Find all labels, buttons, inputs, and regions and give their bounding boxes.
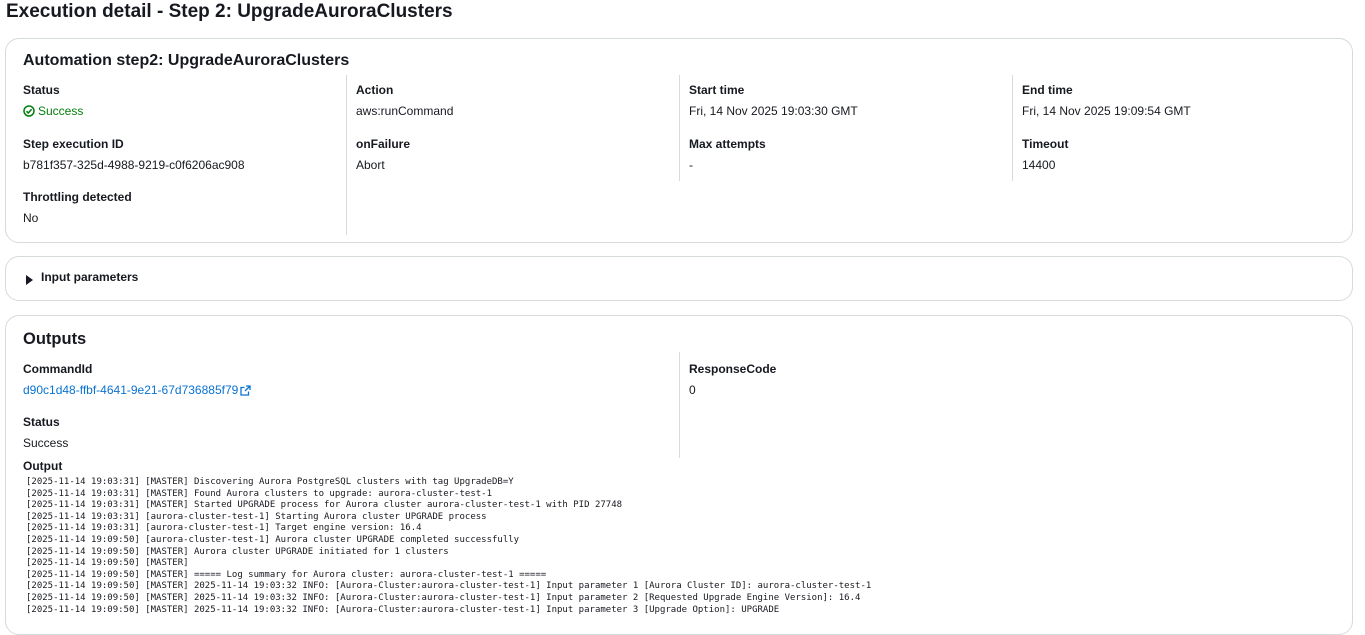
outputs-status-field: Status Success — [23, 415, 68, 450]
step-execution-id-field: Step execution ID b781f357-325d-4988-921… — [23, 137, 245, 172]
output-label: Output — [23, 459, 63, 473]
start-time-label: Start time — [689, 83, 745, 97]
response-code-label: ResponseCode — [689, 362, 777, 376]
on-failure-value: Abort — [356, 158, 385, 172]
log-line: [2025-11-14 19:03:31] [MASTER] Discoveri… — [26, 477, 514, 487]
outputs-title: Outputs — [23, 330, 87, 348]
log-line: [2025-11-14 19:03:31] [MASTER] Started U… — [26, 500, 623, 511]
check-circle-icon — [23, 105, 35, 117]
response-code-value: 0 — [689, 383, 696, 397]
status-label: Status — [23, 83, 60, 97]
max-attempts-label: Max attempts — [689, 137, 766, 151]
log-line: [2025-11-14 19:09:50] [MASTER] — [26, 558, 189, 569]
command-id-value: d90c1d48-ffbf-4641-9e21-67d736885f79 — [23, 383, 251, 397]
status-value: Success — [23, 104, 83, 118]
outputs-status-label: Status — [23, 415, 60, 429]
step-column-4: End time Fri, 14 Nov 2025 19:09:54 GMT T… — [1012, 75, 1342, 181]
throttling-detected-label: Throttling detected — [23, 190, 132, 204]
command-id-text: d90c1d48-ffbf-4641-9e21-67d736885f79 — [23, 383, 239, 397]
end-time-value: Fri, 14 Nov 2025 19:09:54 GMT — [1022, 104, 1191, 118]
log-line: [2025-11-14 19:09:50] [MASTER] 2025-11-1… — [26, 592, 861, 603]
step-column-2: Action aws:runCommand onFailure Abort — [346, 75, 679, 235]
step-execution-id-label: Step execution ID — [23, 137, 124, 151]
caret-right-icon — [26, 275, 33, 285]
status-text: Success — [38, 104, 84, 118]
log-line: [2025-11-14 19:03:31] [aurora-cluster-te… — [26, 523, 422, 534]
throttling-detected-field: Throttling detected No — [23, 190, 132, 225]
input-parameters-toggle[interactable]: Input parameters — [26, 269, 138, 285]
input-parameters-panel: Input parameters — [5, 256, 1353, 301]
command-id-link[interactable]: d90c1d48-ffbf-4641-9e21-67d736885f79 — [23, 383, 251, 397]
log-line: [2025-11-14 19:09:50] [MASTER] 2025-11-1… — [26, 581, 872, 592]
log-line: [2025-11-14 19:03:31] [aurora-cluster-te… — [26, 511, 487, 522]
action-value: aws:runCommand — [356, 104, 454, 118]
outputs-column-2: ResponseCode 0 — [679, 352, 1009, 458]
action-field: Action aws:runCommand — [356, 83, 453, 118]
outputs-column-1: CommandId d90c1d48-ffbf-4641-9e21-67d736… — [23, 362, 678, 458]
command-id-label: CommandId — [23, 362, 93, 376]
response-code-field: ResponseCode 0 — [689, 362, 776, 397]
status-field: Status Success — [23, 83, 83, 118]
log-line: [2025-11-14 19:09:50] [MASTER] ===== Log… — [26, 569, 547, 580]
step-panel-title: Automation step2: UpgradeAuroraClusters — [23, 52, 350, 69]
input-parameters-label: Input parameters — [41, 270, 139, 284]
external-link-icon — [240, 384, 251, 396]
log-line: [2025-11-14 19:09:50] [MASTER] Aurora cl… — [26, 546, 449, 557]
log-line: [2025-11-14 19:03:31] [MASTER] Found Aur… — [26, 488, 492, 499]
output-log: [2025-11-14 19:03:31] [MASTER] Discoveri… — [26, 477, 871, 616]
start-time-field: Start time Fri, 14 Nov 2025 19:03:30 GMT — [689, 83, 858, 118]
start-time-value: Fri, 14 Nov 2025 19:03:30 GMT — [689, 104, 858, 118]
command-id-field: CommandId d90c1d48-ffbf-4641-9e21-67d736… — [23, 362, 251, 397]
step-column-1: Status Success Step execution ID b781f35… — [23, 83, 348, 235]
timeout-value: 14400 — [1022, 158, 1056, 172]
log-line: [2025-11-14 19:09:50] [MASTER] 2025-11-1… — [26, 604, 780, 615]
timeout-label: Timeout — [1022, 137, 1069, 151]
log-line: [2025-11-14 19:09:50] [aurora-cluster-te… — [26, 534, 520, 545]
outputs-status-value: Success — [23, 436, 69, 450]
step-detail-panel: Automation step2: UpgradeAuroraClusters … — [5, 38, 1353, 243]
throttling-detected-value: No — [23, 211, 39, 225]
max-attempts-value: - — [689, 158, 693, 172]
action-label: Action — [356, 83, 394, 97]
step-execution-id-value: b781f357-325d-4988-9219-c0f6206ac908 — [23, 158, 245, 172]
on-failure-field: onFailure Abort — [356, 137, 410, 172]
max-attempts-field: Max attempts - — [689, 137, 766, 172]
on-failure-label: onFailure — [356, 137, 411, 151]
step-column-3: Start time Fri, 14 Nov 2025 19:03:30 GMT… — [679, 75, 1012, 181]
outputs-panel: Outputs CommandId d90c1d48-ffbf-4641-9e2… — [5, 315, 1353, 635]
end-time-label: End time — [1022, 83, 1073, 97]
end-time-field: End time Fri, 14 Nov 2025 19:09:54 GMT — [1022, 83, 1191, 118]
timeout-field: Timeout 14400 — [1022, 137, 1068, 172]
page-title: Execution detail - Step 2: UpgradeAurora… — [6, 1, 453, 22]
